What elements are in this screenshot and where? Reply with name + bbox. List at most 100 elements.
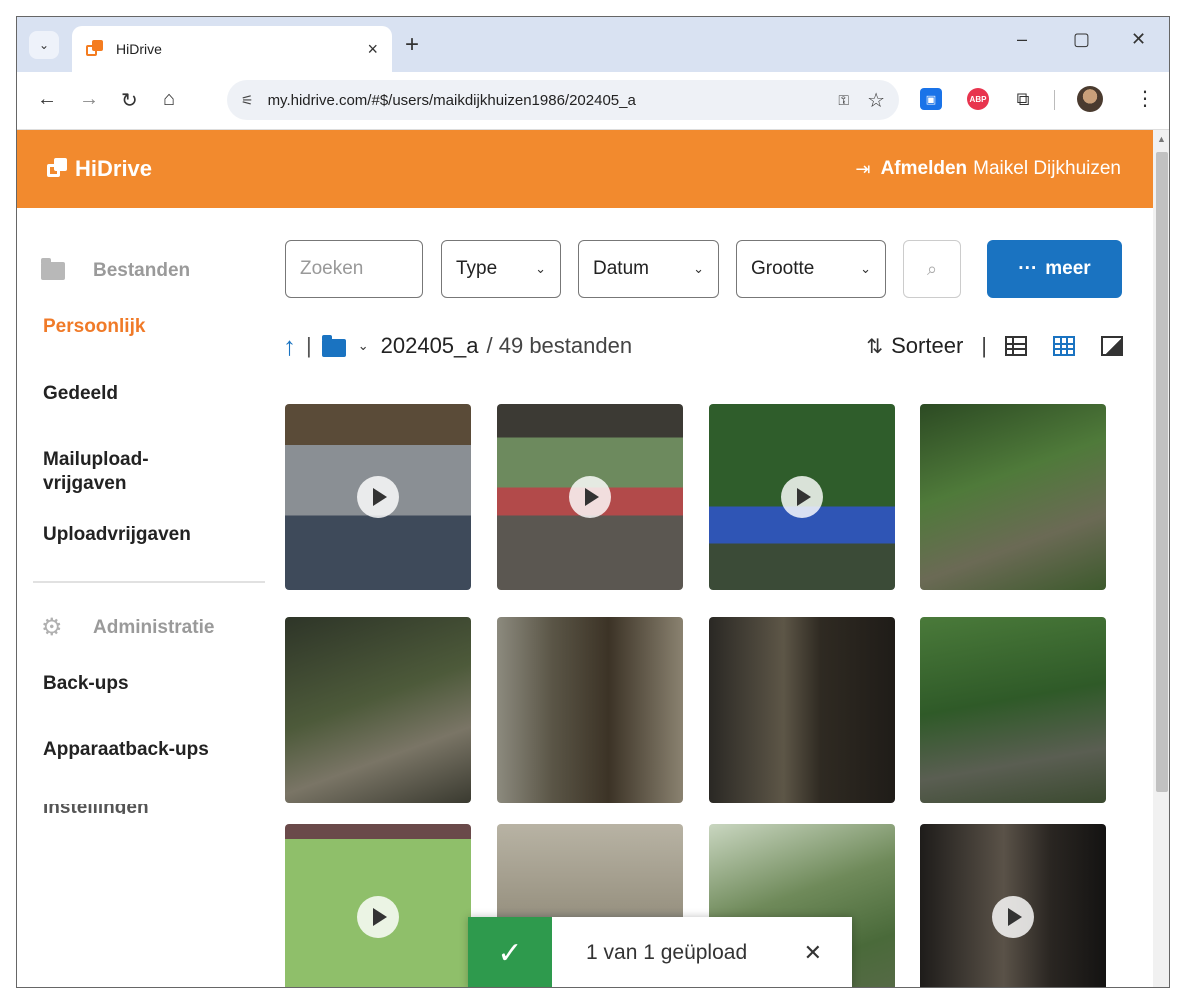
brand-name: HiDrive	[75, 156, 153, 181]
video-thumbnail[interactable]	[920, 824, 1106, 987]
close-window-button[interactable]: ✕	[1131, 29, 1146, 50]
logout-link[interactable]: ⇥ Afmelden Maikel Dijkhuizen	[855, 158, 1121, 180]
user-name: Maikel Dijkhuizen	[973, 158, 1121, 179]
more-button[interactable]: ··· meer	[987, 240, 1122, 298]
toolbar-divider	[1054, 90, 1055, 110]
file-count: / 49 bestanden	[486, 333, 633, 358]
size-filter-label: Grootte	[751, 258, 815, 279]
sidebar-item-settings[interactable]: Instellingen	[43, 804, 253, 814]
bookmark-star-icon[interactable]: ☆	[867, 88, 885, 113]
chevron-down-icon: ⌄	[693, 261, 704, 276]
image-thumbnail[interactable]	[920, 617, 1106, 803]
breadcrumb-separator: |	[306, 333, 312, 358]
image-thumbnail[interactable]	[920, 404, 1106, 590]
back-arrow-icon[interactable]: ←	[37, 88, 57, 111]
browser-menu-icon[interactable]: ⋮	[1135, 86, 1155, 111]
parent-folder-icon[interactable]: ↑	[283, 331, 296, 362]
type-filter-label: Type	[456, 258, 498, 279]
logout-icon: ⇥	[855, 158, 871, 179]
search-button[interactable]: ⌕	[903, 240, 961, 298]
video-thumbnail[interactable]	[285, 824, 471, 987]
play-icon[interactable]	[781, 476, 823, 518]
video-thumbnail[interactable]	[497, 404, 683, 590]
files-section-header: Bestanden	[41, 258, 191, 282]
size-filter-dropdown[interactable]: Grootte ⌄	[736, 240, 886, 298]
hidrive-logo[interactable]: HiDrive	[47, 156, 152, 182]
chevron-down-icon[interactable]: ⌄	[358, 338, 369, 354]
sidebar-item-personal[interactable]: Persoonlijk	[43, 315, 253, 339]
search-icon: ⌕	[926, 258, 938, 279]
password-key-icon[interactable]: ⚿	[838, 92, 849, 109]
date-filter-dropdown[interactable]: Datum ⌄	[578, 240, 719, 298]
view-separator: |	[981, 333, 987, 358]
video-thumbnail[interactable]	[709, 404, 895, 590]
video-thumbnail[interactable]	[285, 404, 471, 590]
upload-status-message: 1 van 1 geüpload	[586, 941, 748, 964]
scroll-up-icon[interactable]: ▲	[1157, 134, 1166, 144]
upload-toast: ✓ 1 van 1 geüpload ✕	[468, 917, 852, 987]
new-tab-button[interactable]: +	[405, 31, 419, 59]
tab-search-menu-button[interactable]: ⌄	[29, 31, 59, 59]
breadcrumb: ↑ | ⌄ 202405_a / 49 bestanden ⇅ Sorteer …	[283, 330, 1123, 362]
image-thumbnail[interactable]	[285, 617, 471, 803]
tab-bar: ⌄ HiDrive × + – ▢ ✕	[17, 17, 1169, 72]
url-text: my.hidrive.com/#$/users/maikdijkhuizen19…	[267, 91, 636, 109]
play-icon[interactable]	[569, 476, 611, 518]
sort-icon[interactable]: ⇅	[866, 334, 883, 359]
profile-avatar[interactable]	[1077, 86, 1103, 112]
sort-button[interactable]: Sorteer	[891, 333, 963, 359]
checkmark-icon: ✓	[468, 917, 552, 987]
more-label: meer	[1045, 258, 1091, 279]
maximize-button[interactable]: ▢	[1073, 29, 1090, 50]
extensions-puzzle-icon[interactable]: ⧉	[1012, 88, 1034, 110]
browser-tab[interactable]: HiDrive ×	[72, 26, 392, 72]
current-folder-name[interactable]: 202405_a	[381, 333, 479, 359]
sidebar-item-upload-shares[interactable]: Uploadvrijgaven	[43, 523, 253, 547]
hidrive-logo-icon	[47, 158, 69, 180]
image-view-icon[interactable]	[1101, 336, 1123, 356]
page-scrollbar[interactable]: ▲	[1153, 130, 1169, 987]
sidebar-item-shared[interactable]: Gedeeld	[43, 382, 253, 406]
sidebar-item-mailupload-shares[interactable]: Mailupload- vrijgaven	[43, 448, 253, 496]
logout-label: Afmelden	[880, 158, 968, 179]
sidebar-item-backups[interactable]: Back-ups	[43, 672, 253, 696]
browser-window: ⌄ HiDrive × + – ▢ ✕ ← → ↻ ⌂ ⚟ my.hidrive…	[16, 16, 1170, 988]
more-dots-icon: ···	[1018, 258, 1038, 279]
sidebar-divider	[33, 581, 265, 583]
play-icon[interactable]	[992, 896, 1034, 938]
minimize-button[interactable]: –	[1017, 29, 1027, 50]
admin-section-header: ⚙ Administratie	[41, 613, 214, 642]
play-icon[interactable]	[357, 896, 399, 938]
scrollbar-thumb[interactable]	[1156, 152, 1168, 792]
grid-view-icon[interactable]	[1053, 336, 1075, 356]
list-view-icon[interactable]	[1005, 336, 1027, 356]
tab-title: HiDrive	[116, 41, 162, 57]
image-thumbnail[interactable]	[709, 617, 895, 803]
sidebar-item-device-backups[interactable]: Apparaatback-ups	[43, 738, 253, 762]
chevron-down-icon: ⌄	[860, 261, 871, 276]
browser-toolbar: ← → ↻ ⌂ ⚟ my.hidrive.com/#$/users/maikdi…	[17, 72, 1169, 130]
gear-icon: ⚙	[41, 614, 63, 641]
folder-icon[interactable]	[321, 335, 346, 357]
extension-icon[interactable]: ▣	[920, 88, 942, 110]
type-filter-dropdown[interactable]: Type ⌄	[441, 240, 561, 298]
admin-header-label: Administratie	[93, 616, 215, 638]
reload-icon[interactable]: ↻	[121, 88, 138, 113]
app-header: HiDrive ⇥ Afmelden Maikel Dijkhuizen	[17, 130, 1153, 208]
address-bar[interactable]: ⚟ my.hidrive.com/#$/users/maikdijkhuizen…	[227, 80, 899, 120]
sidebar: Bestanden Persoonlijk Gedeeld Mailupload…	[17, 208, 267, 987]
adblock-plus-icon[interactable]: ABP	[967, 88, 989, 110]
file-browser: Zoeken Type ⌄ Datum ⌄ Grootte ⌄ ⌕ ··· me…	[267, 208, 1153, 987]
chevron-down-icon: ⌄	[535, 261, 546, 276]
hidrive-favicon-icon	[86, 40, 104, 58]
play-icon[interactable]	[357, 476, 399, 518]
tab-close-icon[interactable]: ×	[367, 39, 378, 60]
files-header-label: Bestanden	[93, 260, 191, 281]
site-info-icon[interactable]: ⚟	[241, 92, 254, 109]
home-icon[interactable]: ⌂	[163, 88, 175, 111]
search-input[interactable]: Zoeken	[285, 240, 423, 298]
close-icon[interactable]: ✕	[804, 940, 822, 966]
image-thumbnail[interactable]	[497, 617, 683, 803]
forward-arrow-icon[interactable]: →	[79, 88, 99, 111]
search-placeholder: Zoeken	[300, 258, 364, 279]
